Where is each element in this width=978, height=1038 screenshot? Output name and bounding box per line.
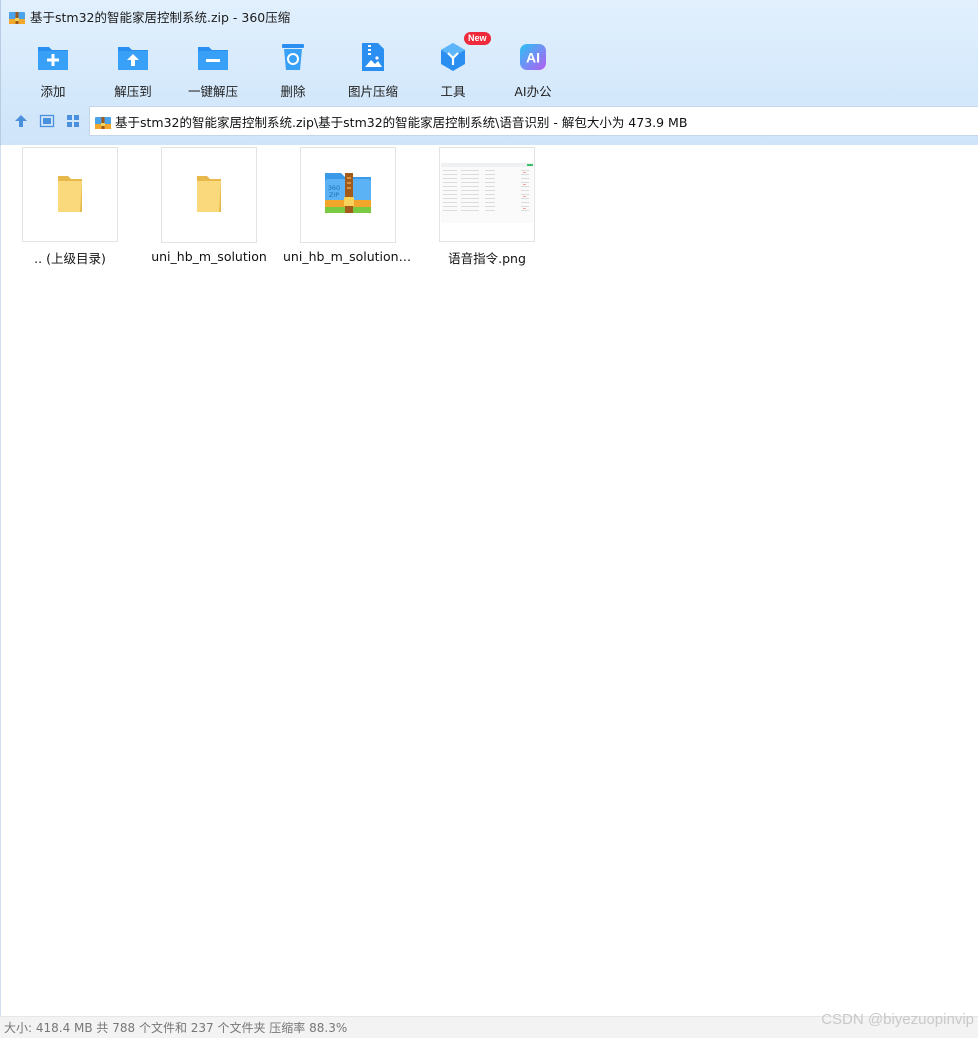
image-compress-button[interactable]: 图片压缩	[333, 36, 413, 100]
file-name: 语音指令.png	[448, 251, 526, 267]
window-chrome: 基于stm32的智能家居控制系统.zip - 360压缩 添加 解压到 一键解压…	[0, 0, 978, 145]
delete-button[interactable]: 删除	[253, 36, 333, 100]
archive-icon	[95, 114, 111, 129]
file-thumbnail	[161, 147, 257, 243]
extract-to-label: 解压到	[114, 84, 152, 99]
address-path: 基于stm32的智能家居控制系统.zip\基于stm32的智能家居控制系统\语音…	[115, 114, 688, 130]
file-thumbnail	[22, 147, 118, 243]
detail-view-icon[interactable]	[38, 112, 56, 130]
up-arrow-icon[interactable]	[12, 112, 30, 130]
watermark: CSDN @biyezuopinvip	[821, 1011, 974, 1028]
ai-office-label: AI办公	[514, 84, 552, 99]
folder-icon	[55, 172, 85, 218]
address-bar[interactable]: 基于stm32的智能家居控制系统.zip\基于stm32的智能家居控制系统\语音…	[89, 106, 978, 136]
new-badge: New	[464, 32, 491, 45]
ai-office-button[interactable]: AI AI办公	[493, 36, 573, 100]
add-button[interactable]: 添加	[13, 36, 93, 100]
svg-text:ZIP: ZIP	[329, 191, 339, 199]
ai-office-icon: AI	[516, 40, 550, 74]
file-list: .. (上级目录) uni_hb_m_solution 360 ZIP uni_…	[0, 145, 978, 1016]
image-compress-label: 图片压缩	[347, 84, 398, 99]
folder-icon	[194, 172, 224, 218]
status-text: 大小: 418.4 MB 共 788 个文件和 237 个文件夹 压缩率 88.…	[4, 1021, 348, 1035]
file-thumbnail	[439, 147, 535, 243]
add-label: 添加	[40, 84, 66, 99]
folder-oneclick-extract-icon	[196, 40, 230, 74]
title-bar: 基于stm32的智能家居控制系统.zip - 360压缩	[1, 0, 978, 32]
tools-label: 工具	[440, 84, 466, 99]
one-click-extract-label: 一键解压	[187, 84, 238, 99]
360zip-archive-icon	[9, 9, 25, 24]
image-preview-icon	[441, 162, 533, 227]
svg-text:AI: AI	[526, 50, 540, 66]
file-thumbnail: 360 ZIP	[300, 147, 396, 243]
recycle-bin-icon	[276, 40, 310, 74]
image-compress-icon	[356, 40, 390, 74]
file-item-archive[interactable]: 360 ZIP uni_hb_m_solution-9...	[283, 147, 413, 267]
file-name: .. (上级目录)	[34, 251, 106, 267]
tools-cube-icon	[436, 40, 470, 74]
file-item-image[interactable]: 语音指令.png	[432, 147, 542, 267]
file-item-folder[interactable]: uni_hb_m_solution	[151, 147, 267, 267]
extract-to-button[interactable]: 解压到	[93, 36, 173, 100]
file-name: uni_hb_m_solution	[151, 249, 267, 264]
folder-add-icon	[36, 40, 70, 74]
toolbar: 添加 解压到 一键解压 删除 图片压缩 New 工具 AI AI办公	[13, 32, 573, 100]
file-name: uni_hb_m_solution-9...	[283, 249, 413, 264]
navigation-row: 基于stm32的智能家居控制系统.zip\基于stm32的智能家居控制系统\语音…	[1, 106, 978, 136]
folder-extract-icon	[116, 40, 150, 74]
delete-label: 删除	[280, 84, 306, 99]
window-title: 基于stm32的智能家居控制系统.zip - 360压缩	[30, 9, 291, 25]
file-item-parent-directory[interactable]: .. (上级目录)	[15, 147, 125, 267]
360zip-file-icon: 360 ZIP	[323, 169, 373, 221]
tools-button[interactable]: New 工具	[413, 32, 493, 100]
grid-view-icon[interactable]	[64, 112, 82, 130]
one-click-extract-button[interactable]: 一键解压	[173, 36, 253, 100]
